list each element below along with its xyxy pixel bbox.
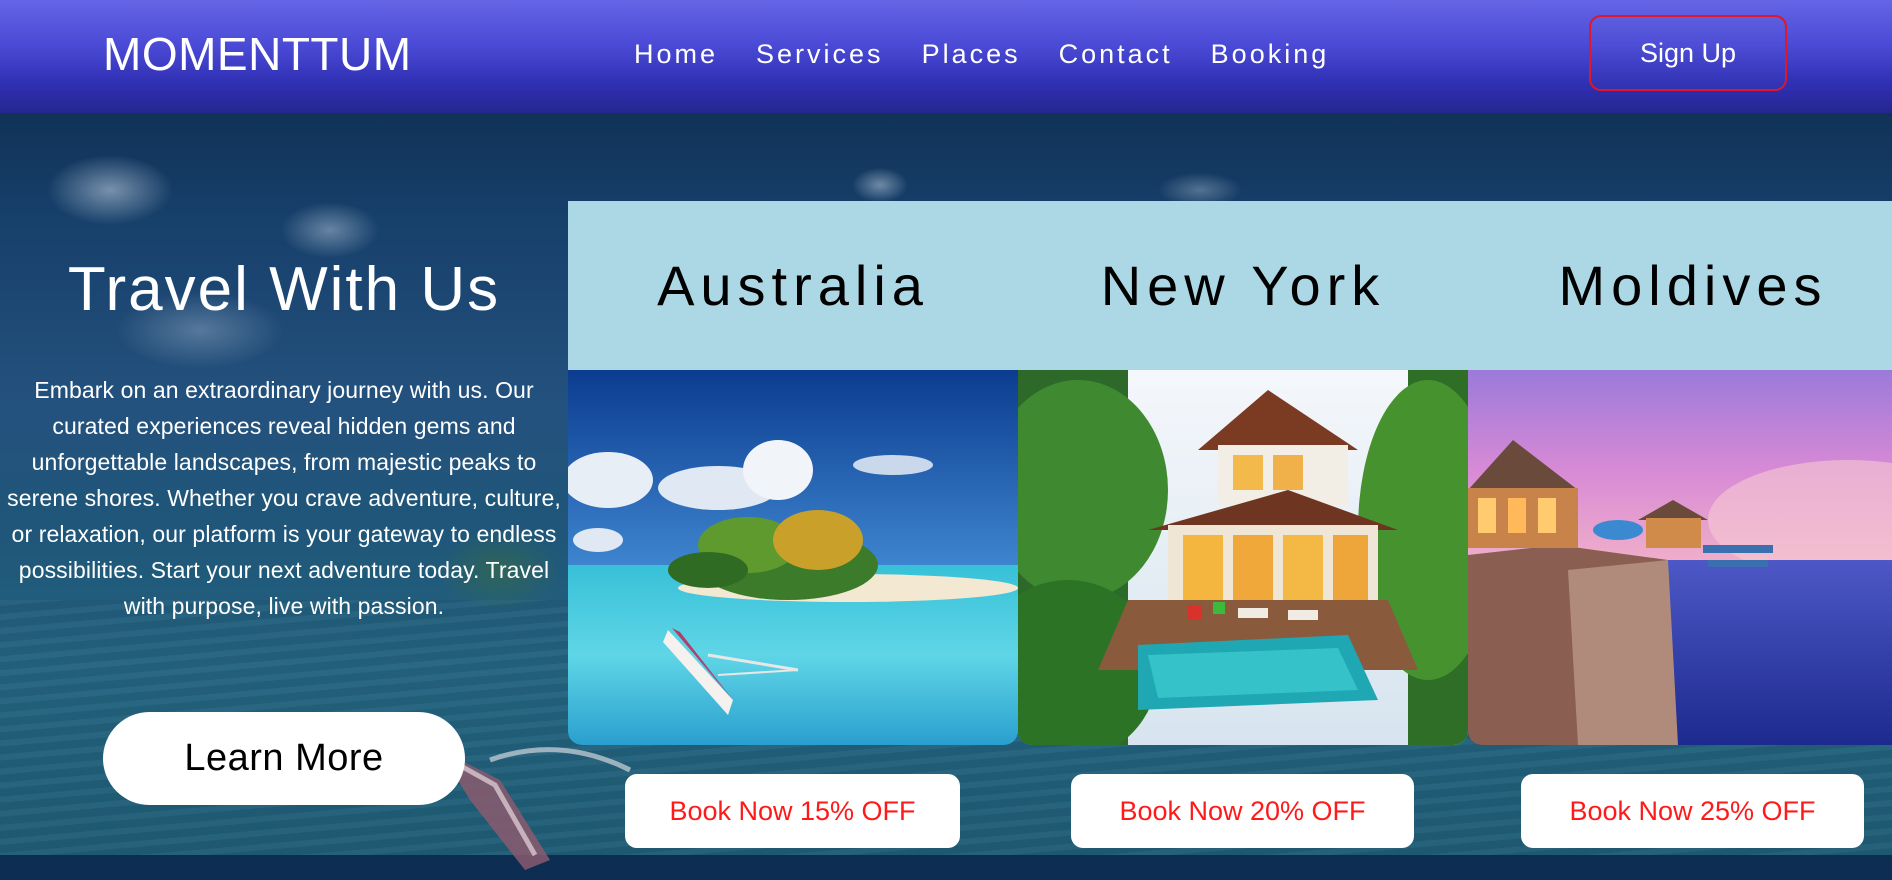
card-header: New York bbox=[1018, 201, 1468, 370]
nav-booking-link[interactable]: Booking bbox=[1211, 37, 1330, 71]
learn-more-button[interactable]: Learn More bbox=[103, 712, 465, 805]
card-header: Moldives bbox=[1468, 201, 1892, 370]
card-header: Australia bbox=[568, 201, 1018, 370]
nav-services-link[interactable]: Services bbox=[756, 37, 884, 71]
site-logo[interactable]: MOMENTTUM bbox=[103, 26, 412, 82]
top-navbar: MOMENTTUM Home Services Places Contact B… bbox=[0, 0, 1892, 113]
destination-card-new-york: New York bbox=[1018, 201, 1468, 745]
book-now-moldives-button[interactable]: Book Now 25% OFF bbox=[1521, 774, 1864, 848]
hero-title: Travel With Us bbox=[67, 255, 501, 324]
main-nav: Home Services Places Contact Booking bbox=[634, 37, 1329, 71]
destination-title: Moldives bbox=[1558, 253, 1828, 317]
destination-card-australia: Australia bbox=[568, 201, 1018, 745]
new-york-villa-image bbox=[1018, 370, 1468, 745]
nav-contact-link[interactable]: Contact bbox=[1059, 37, 1173, 71]
book-now-new-york-button[interactable]: Book Now 20% OFF bbox=[1071, 774, 1414, 848]
moldives-resort-image bbox=[1468, 370, 1892, 745]
australia-island-image bbox=[568, 370, 1018, 745]
book-now-australia-button[interactable]: Book Now 15% OFF bbox=[625, 774, 960, 848]
hero-description: Embark on an extraordinary journey with … bbox=[7, 377, 561, 619]
destination-card-moldives: Moldives bbox=[1468, 201, 1892, 745]
nav-places-link[interactable]: Places bbox=[922, 37, 1021, 71]
nav-home-link[interactable]: Home bbox=[634, 37, 718, 71]
destination-title: New York bbox=[1100, 253, 1386, 317]
destination-title: Australia bbox=[657, 253, 929, 317]
sign-up-button[interactable]: Sign Up bbox=[1589, 15, 1787, 91]
